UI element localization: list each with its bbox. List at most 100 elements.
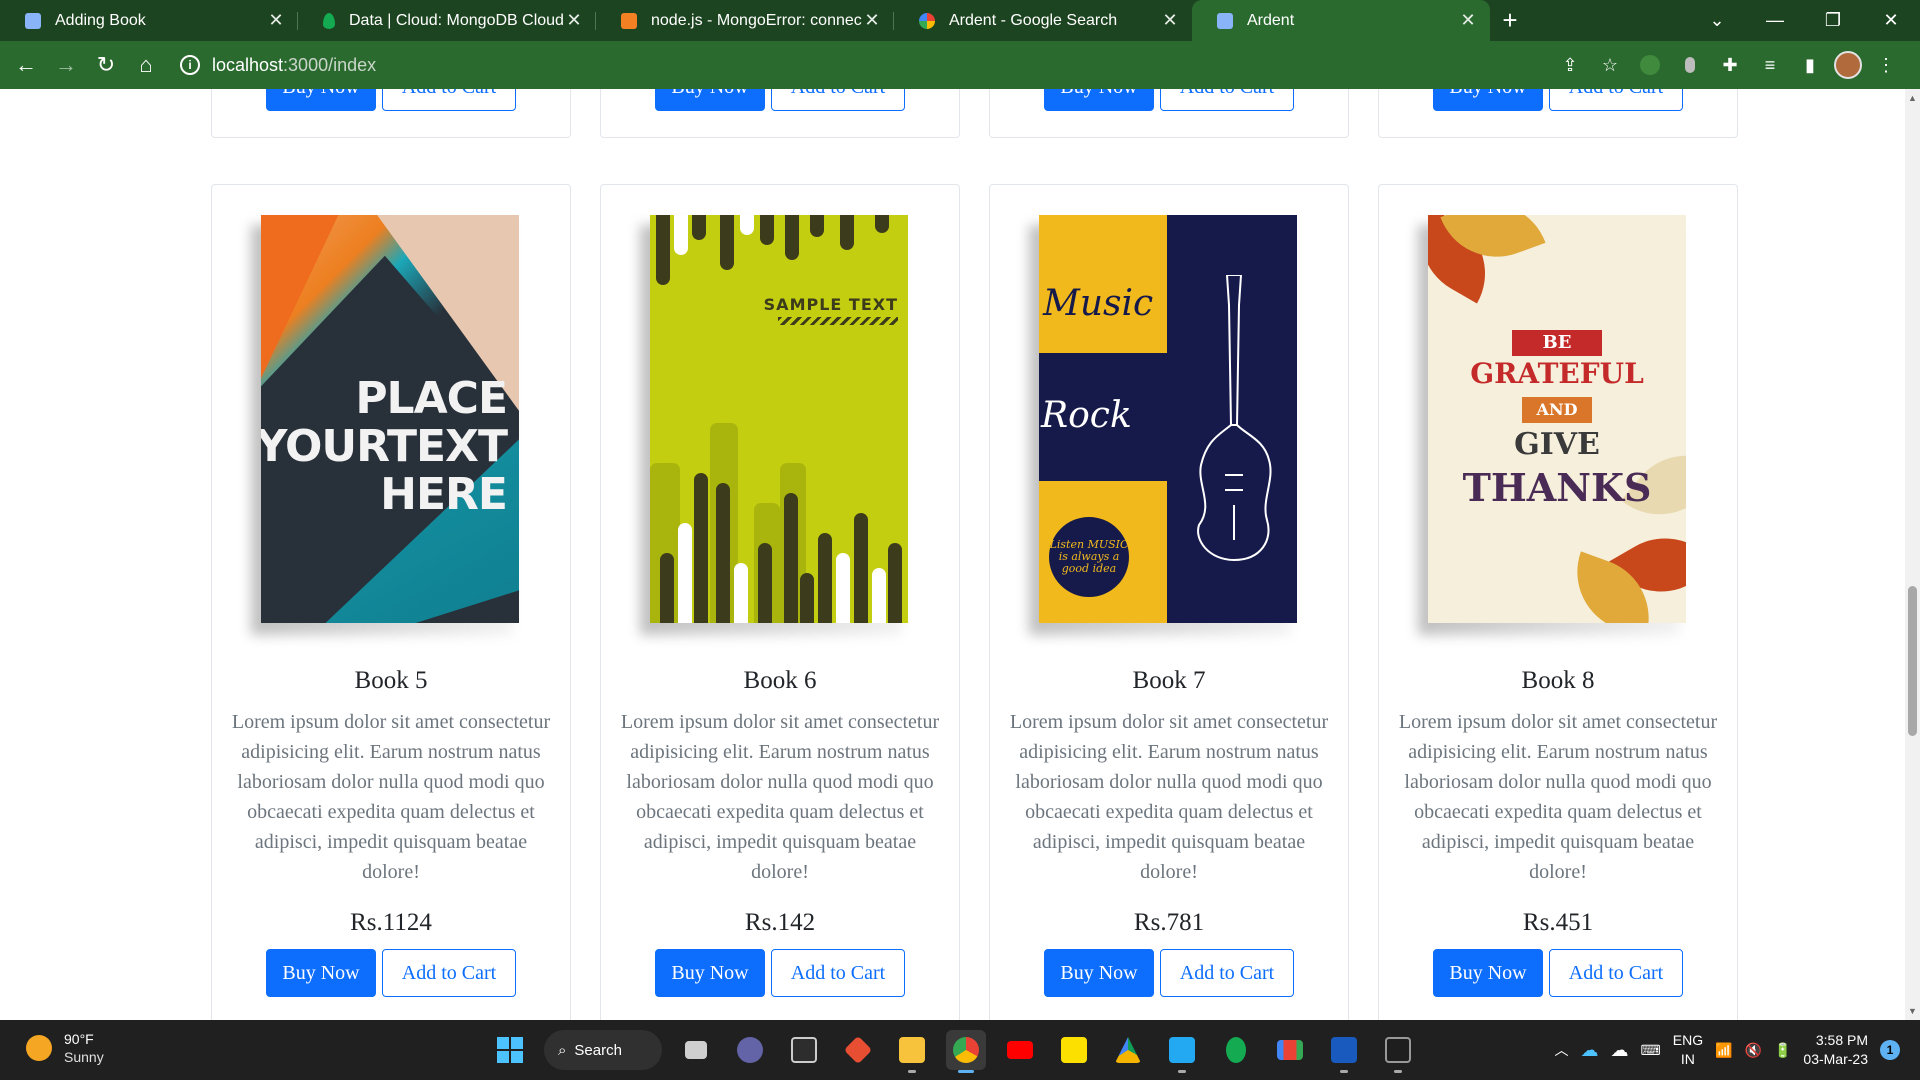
- close-icon[interactable]: ✕: [266, 10, 286, 31]
- tab-google-search[interactable]: Ardent - Google Search ✕: [894, 0, 1192, 41]
- menu-kebab-icon[interactable]: ⋮: [1870, 49, 1902, 81]
- share-icon[interactable]: ⇪: [1554, 49, 1586, 81]
- back-button[interactable]: ←: [6, 45, 46, 85]
- buy-now-button[interactable]: Buy Now: [655, 949, 765, 997]
- close-icon[interactable]: ✕: [1458, 10, 1478, 31]
- terminal-app-button[interactable]: [784, 1030, 824, 1070]
- teams-chat-button[interactable]: [730, 1030, 770, 1070]
- taskbar-search[interactable]: ⌕ Search: [544, 1030, 662, 1070]
- reading-list-icon[interactable]: ≡: [1754, 49, 1786, 81]
- close-icon[interactable]: ✕: [862, 10, 882, 31]
- file-explorer-button[interactable]: [892, 1030, 932, 1073]
- address-bar[interactable]: i localhost:3000/index: [180, 47, 1535, 83]
- add-to-cart-button[interactable]: Add to Cart: [771, 89, 905, 111]
- onedrive-cloud-icon[interactable]: ☁: [1581, 1040, 1599, 1061]
- add-to-cart-button[interactable]: Add to Cart: [382, 949, 516, 997]
- taskbar-apps: ⌕ Search: [490, 1028, 1418, 1073]
- chevron-up-icon[interactable]: ︿: [1555, 1040, 1569, 1060]
- wifi-icon[interactable]: 📶: [1715, 1042, 1732, 1059]
- buy-now-button[interactable]: Buy Now: [1044, 949, 1154, 997]
- scrollbar-thumb[interactable]: [1908, 586, 1917, 736]
- scroll-down-arrow-icon[interactable]: ▼: [1908, 1006, 1917, 1016]
- cover-bar: [818, 533, 832, 623]
- command-prompt-button[interactable]: [1378, 1030, 1418, 1073]
- mongodb-compass-button[interactable]: [1216, 1030, 1256, 1070]
- buy-now-button[interactable]: Buy Now: [655, 89, 765, 111]
- cover-text-line: YOURTEXT: [261, 421, 508, 472]
- google-drive-button[interactable]: [1108, 1030, 1148, 1070]
- book-description: Lorem ipsum dolor sit amet consectetur a…: [620, 711, 940, 883]
- close-icon[interactable]: ✕: [1160, 10, 1180, 31]
- tab-ardent[interactable]: Ardent ✕: [1192, 0, 1490, 41]
- add-to-cart-button[interactable]: Add to Cart: [1160, 949, 1294, 997]
- gmail-button[interactable]: [1270, 1030, 1310, 1070]
- minimize-button[interactable]: —: [1746, 0, 1804, 41]
- cover-drip: [656, 215, 670, 285]
- add-to-cart-button[interactable]: Add to Cart: [1549, 949, 1683, 997]
- cover-drip: [760, 215, 774, 245]
- extension-bulb-icon[interactable]: [1674, 49, 1706, 81]
- cloud-icon[interactable]: ☁: [1611, 1040, 1629, 1061]
- tab-adding-book[interactable]: Adding Book ✕: [0, 0, 298, 41]
- cover-stripes: [778, 317, 898, 325]
- restore-button[interactable]: ❐: [1804, 0, 1862, 41]
- buy-now-button[interactable]: Buy Now: [266, 89, 376, 111]
- clock[interactable]: 3:58 PM 03-Mar-23: [1803, 1031, 1868, 1069]
- language-indicator[interactable]: ENG IN: [1673, 1031, 1703, 1069]
- close-icon[interactable]: ✕: [564, 10, 584, 31]
- add-to-cart-button[interactable]: Add to Cart: [382, 89, 516, 111]
- tab-search-icon[interactable]: ⌄: [1688, 0, 1746, 41]
- youtube-button[interactable]: [1000, 1030, 1040, 1070]
- scroll-up-arrow-icon[interactable]: ▲: [1908, 93, 1917, 103]
- task-view-button[interactable]: [676, 1030, 716, 1070]
- notification-badge[interactable]: 1: [1880, 1040, 1900, 1060]
- add-to-cart-button[interactable]: Add to Cart: [771, 949, 905, 997]
- cover-text: GRATEFUL: [1470, 357, 1644, 390]
- vscode-button[interactable]: [1162, 1030, 1202, 1073]
- close-window-button[interactable]: ✕: [1862, 0, 1920, 41]
- buy-now-button[interactable]: Buy Now: [1044, 89, 1154, 111]
- side-panel-icon[interactable]: ▮: [1794, 49, 1826, 81]
- git-app-button[interactable]: [838, 1030, 878, 1070]
- cover-bar: [800, 573, 814, 623]
- extensions-puzzle-icon[interactable]: ✚: [1714, 49, 1746, 81]
- start-button[interactable]: [490, 1030, 530, 1070]
- tab-mongodb-cloud[interactable]: Data | Cloud: MongoDB Cloud ✕: [298, 0, 596, 41]
- site-info-icon[interactable]: i: [180, 55, 200, 75]
- bookmark-star-icon[interactable]: ☆: [1594, 49, 1626, 81]
- cover-text: PLACE YOURTEXT HERE: [261, 375, 508, 519]
- reload-button[interactable]: ↻: [86, 45, 126, 85]
- add-to-cart-button[interactable]: Add to Cart: [1160, 89, 1294, 111]
- sticky-notes-button[interactable]: [1054, 1030, 1094, 1070]
- book-cover[interactable]: BE GRATEFUL AND GIVE THANKS: [1418, 215, 1688, 635]
- word-button[interactable]: [1324, 1030, 1364, 1073]
- battery-icon[interactable]: 🔋: [1774, 1042, 1791, 1059]
- buy-now-button[interactable]: Buy Now: [266, 949, 376, 997]
- weather-widget[interactable]: 90°F Sunny: [26, 1030, 104, 1066]
- product-card-book-8: BE GRATEFUL AND GIVE THANKS Book 8 Lorem…: [1378, 184, 1738, 1020]
- book-cover[interactable]: Music Rock Listen MUSIC is always a good…: [1029, 215, 1299, 635]
- buy-now-button[interactable]: Buy Now: [1433, 949, 1543, 997]
- cover-text: Music: [1043, 283, 1154, 324]
- add-to-cart-button[interactable]: Add to Cart: [1549, 89, 1683, 111]
- running-indicator: [1340, 1070, 1348, 1073]
- new-tab-button[interactable]: +: [1490, 0, 1530, 41]
- tab-stackoverflow[interactable]: node.js - MongoError: connect EC ✕: [596, 0, 894, 41]
- mongodb-leaf-icon: [323, 12, 335, 29]
- book-cover[interactable]: SAMPLE TEXT: [640, 215, 910, 635]
- keyboard-icon[interactable]: ⌨: [1641, 1042, 1661, 1059]
- cover-image: BE GRATEFUL AND GIVE THANKS: [1428, 215, 1686, 623]
- book-cover[interactable]: PLACE YOURTEXT HERE: [251, 215, 521, 635]
- profile-avatar[interactable]: [1834, 51, 1862, 79]
- chrome-button[interactable]: [946, 1030, 986, 1073]
- product-card-book-7: Music Rock Listen MUSIC is always a good…: [989, 184, 1349, 1020]
- forward-button[interactable]: →: [46, 45, 86, 85]
- buy-now-button[interactable]: Buy Now: [1433, 89, 1543, 111]
- page-scrollbar[interactable]: ▲ ▼: [1905, 89, 1920, 1020]
- cover-bar: [716, 483, 730, 623]
- vscode-icon: [1169, 1037, 1195, 1063]
- cover-drip: [720, 215, 734, 270]
- extension-tree-icon[interactable]: [1634, 49, 1666, 81]
- home-button[interactable]: ⌂: [126, 45, 166, 85]
- volume-muted-icon[interactable]: 🔇: [1745, 1042, 1762, 1059]
